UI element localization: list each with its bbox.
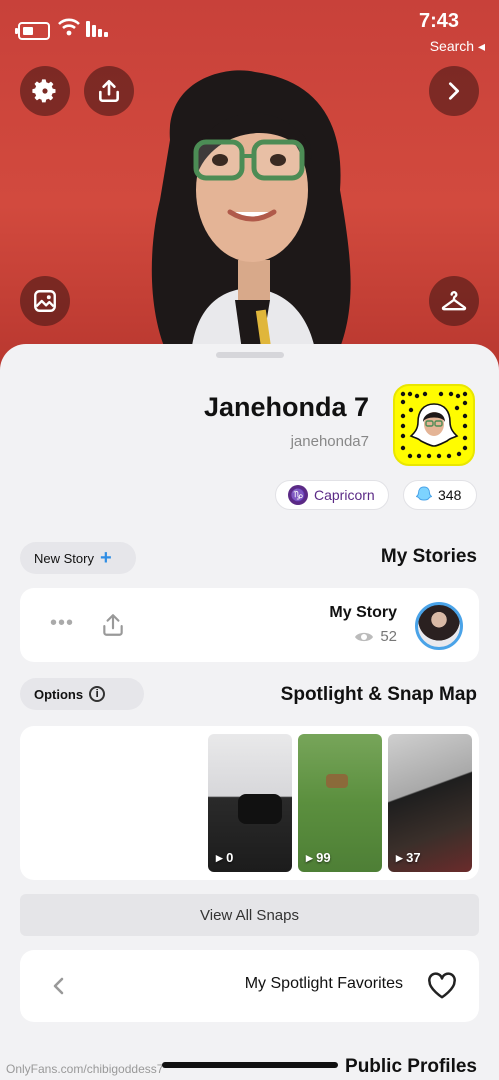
options-button[interactable]: Options i: [20, 678, 144, 710]
story-name: My Story: [329, 604, 397, 621]
share-profile-button[interactable]: [84, 66, 134, 116]
display-name: Janehonda 7: [203, 392, 369, 422]
username: janehonda7: [290, 433, 369, 450]
friends-count-pill[interactable]: 348: [403, 480, 477, 510]
settings-button[interactable]: [20, 66, 70, 116]
tile-views: ▸ 37: [396, 850, 421, 865]
zodiac-label: Capricorn: [314, 487, 375, 503]
spotlight-tile[interactable]: ▸ 99: [298, 734, 382, 872]
tile-views: ▸ 0: [216, 850, 234, 865]
new-story-label: New Story: [34, 550, 94, 566]
story-thumbnail[interactable]: [415, 602, 463, 650]
tile-object: [238, 794, 282, 824]
zodiac-icon: ♑: [288, 485, 308, 505]
change-background-button[interactable]: [20, 276, 70, 326]
view-all-snaps-button[interactable]: View All Snaps: [20, 894, 479, 936]
my-story-card[interactable]: My Story 52 •••: [20, 588, 479, 662]
eye-icon: [355, 632, 374, 641]
cellular-signal-icon: [86, 21, 108, 37]
share-icon[interactable]: [100, 612, 126, 638]
spotlight-favorites-label: My Spotlight Favorites: [244, 975, 403, 992]
spotlight-tile[interactable]: ▸ 37: [388, 734, 472, 872]
bitmoji-hero: 7:43 Search ◂: [0, 0, 499, 372]
sheet-drag-handle[interactable]: [216, 352, 284, 358]
spotlight-tile[interactable]: ▸ 0: [208, 734, 292, 872]
chevron-right-icon: [448, 82, 460, 100]
share-icon: [99, 79, 119, 103]
next-button[interactable]: [429, 66, 479, 116]
public-profiles-title: Public Profiles: [345, 1056, 477, 1077]
spotlight-favorites-row[interactable]: My Spotlight Favorites: [20, 950, 479, 1022]
watermark: OnlyFans.com/chibigoddess7: [6, 1062, 164, 1076]
my-stories-title: My Stories: [380, 546, 477, 567]
ellipsis-icon[interactable]: •••: [50, 612, 74, 635]
wifi-icon: [58, 18, 80, 36]
chevron-left-icon: [53, 977, 64, 995]
plus-icon: +: [99, 547, 112, 569]
snapcode[interactable]: [393, 384, 475, 466]
status-time: 7:43: [418, 10, 459, 32]
outfit-button[interactable]: [429, 276, 479, 326]
story-views-count: 52: [380, 628, 397, 645]
friends-count: 348: [438, 487, 462, 503]
spotlight-title: Spotlight & Snap Map: [280, 684, 477, 705]
info-icon: i: [89, 686, 106, 702]
new-story-button[interactable]: New Story +: [20, 542, 136, 574]
home-indicator[interactable]: [162, 1062, 338, 1068]
tile-object: [326, 774, 348, 788]
zodiac-pill[interactable]: ♑ Capricorn: [275, 480, 389, 510]
battery-icon: [15, 22, 50, 40]
snapcode-pattern: [400, 391, 468, 459]
tile-views: ▸ 99: [306, 850, 331, 865]
wallpaper-icon: [34, 290, 56, 312]
gear-icon: [32, 79, 56, 103]
hanger-icon: [441, 291, 467, 311]
back-to-search-link[interactable]: Search ◂: [430, 38, 485, 55]
bitmoji-avatar: [151, 70, 351, 372]
options-label: Options: [34, 686, 84, 702]
heart-icon: [428, 972, 456, 999]
ghost-icon: [416, 486, 432, 501]
story-views: 52: [354, 628, 397, 645]
